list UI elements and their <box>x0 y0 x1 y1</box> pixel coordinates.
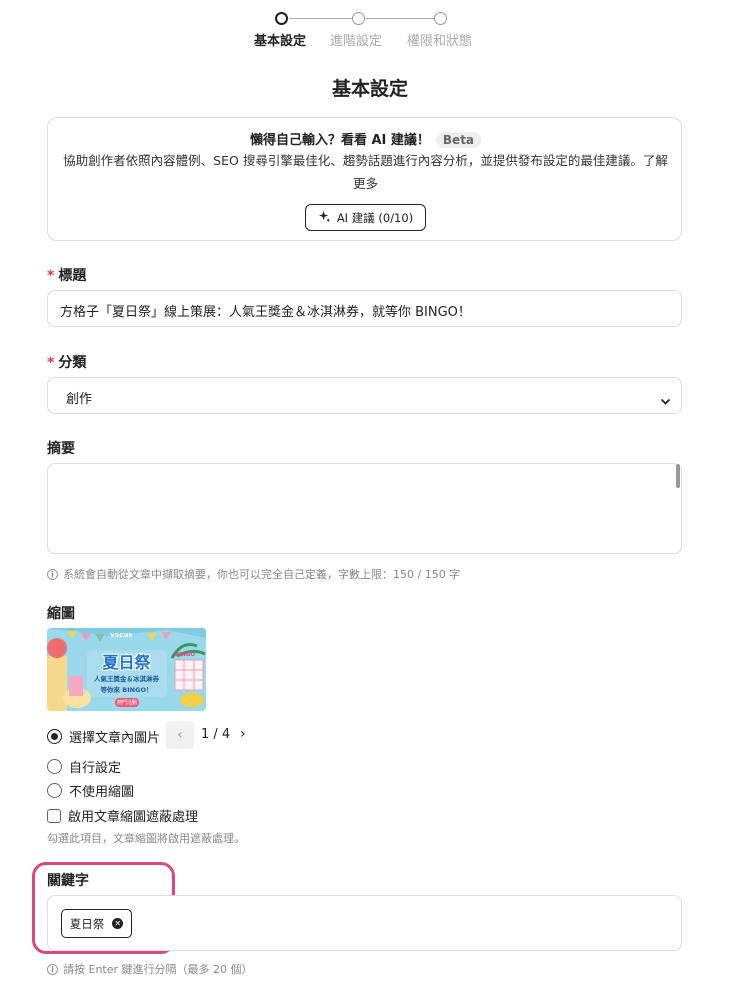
keyword-tag[interactable]: 夏日祭 ✕ <box>61 909 132 938</box>
keywords-hint: i 請按 Enter 鍵進行分隔（最多 20 個） <box>47 961 253 977</box>
summary-label: 摘要 <box>47 441 75 457</box>
mask-checkbox-label: 啟用文章縮圖遮蔽處理 <box>68 810 199 825</box>
step-3-dot[interactable] <box>434 12 447 25</box>
thumbnail-corner-text: BINGO <box>175 652 196 658</box>
keywords-label: 關鍵字 <box>47 873 89 889</box>
category-select[interactable]: 創作 <box>47 377 682 414</box>
keywords-hint-text: 請按 Enter 鍵進行分隔（最多 20 個） <box>63 963 253 976</box>
beta-badge: Beta <box>435 132 482 148</box>
step-1-label[interactable]: 基本設定 <box>254 30 306 49</box>
info-icon: i <box>47 568 58 580</box>
radio-button[interactable] <box>47 759 62 774</box>
thumbnail-option-none[interactable]: 不使用縮圖 <box>47 781 134 800</box>
thumbnail-footer: 熱門活動 <box>116 700 137 706</box>
title-label: * 標題 <box>47 265 86 285</box>
thumbnail-brand: vocus <box>110 631 133 639</box>
step-2-dot[interactable] <box>352 12 365 25</box>
step-connector <box>289 18 352 19</box>
title-input[interactable]: 方格子「夏日祭」線上策展：人氣王獎金＆冰淇淋券，就等你 BINGO！ <box>47 290 682 327</box>
step-1-dot[interactable] <box>275 12 288 25</box>
keywords-input[interactable] <box>47 895 682 951</box>
category-label: * 分類 <box>47 352 86 372</box>
remove-tag-icon[interactable]: ✕ <box>112 918 124 929</box>
ai-suggest-button[interactable]: AI 建議 (0/10) <box>305 204 426 231</box>
thumbnail-option-label: 不使用縮圖 <box>69 785 135 800</box>
mask-checkbox[interactable] <box>47 808 61 823</box>
thumbnail-mask-option[interactable]: 啟用文章縮圖遮蔽處理 <box>47 806 198 825</box>
info-icon: i <box>47 963 58 975</box>
ai-suggestion-card: 懶得自己輸入？看看 AI 建議！ Beta 協助創作者依照內容體例、SEO 搜尋引… <box>47 117 682 241</box>
thumbnail-option-label: 自行設定 <box>69 761 122 776</box>
thumbnail-option-article-image[interactable]: 選擇文章內圖片 <box>47 727 160 746</box>
image-page-indicator: 1 / 4 <box>201 727 231 742</box>
radio-button[interactable] <box>47 783 62 798</box>
thumbnail-line1: 人氣王獎金＆冰淇淋券 <box>94 675 159 683</box>
title-input-value: 方格子「夏日祭」線上策展：人氣王獎金＆冰淇淋券，就等你 BINGO！ <box>60 305 471 320</box>
ai-suggest-button-label: AI 建議 (0/10) <box>336 210 414 225</box>
thumbnail-option-label: 選擇文章內圖片 <box>69 731 161 746</box>
page-title: 基本設定 <box>331 78 408 100</box>
title-label-text: 標題 <box>58 268 87 284</box>
required-mark: * <box>47 268 55 284</box>
ai-card-heading-text: 懶得自己輸入？看看 AI 建議！ <box>249 133 430 148</box>
summary-hint: i 系統會自動從文章中擷取摘要，你也可以完全自己定義，字數上限：150 / 15… <box>47 566 460 582</box>
chevron-down-icon <box>660 391 671 410</box>
ai-card-description: 協助創作者依照內容體例、SEO 搜尋引擎最佳化、趨勢話題進行內容分析，並提供發布… <box>63 153 668 191</box>
summary-scrollbar[interactable] <box>676 464 680 488</box>
prev-image-button[interactable]: ‹ <box>166 721 194 749</box>
summary-hint-text: 系統會自動從文章中擷取摘要，你也可以完全自己定義，字數上限：150 / 150 … <box>63 568 461 581</box>
thumbnail-image: vocus 夏日祭 人氣王獎金＆冰淇淋券 等你來 BINGO！ BINGO 熱門… <box>47 628 206 711</box>
thumbnail-line2: 等你來 BINGO！ <box>100 686 153 694</box>
required-mark: * <box>47 355 55 371</box>
summary-textarea[interactable] <box>47 463 682 554</box>
category-selected-value: 創作 <box>66 392 93 407</box>
mask-hint: 勾選此項目，文章縮圖將啟用遮蔽處理。 <box>47 832 245 845</box>
ai-card-heading: 懶得自己輸入？看看 AI 建議！ Beta <box>48 129 683 148</box>
category-label-text: 分類 <box>58 355 87 371</box>
step-2-label[interactable]: 進階設定 <box>330 30 382 49</box>
radio-button[interactable] <box>47 729 62 744</box>
keyword-tag-label: 夏日祭 <box>69 916 105 931</box>
sparkle-icon <box>318 210 331 226</box>
thumbnail-option-custom[interactable]: 自行設定 <box>47 757 121 776</box>
step-3-label[interactable]: 權限和狀態 <box>407 30 472 49</box>
thumbnail-label: 縮圖 <box>47 606 75 622</box>
next-image-button[interactable]: › <box>240 726 246 742</box>
step-connector <box>366 18 434 19</box>
